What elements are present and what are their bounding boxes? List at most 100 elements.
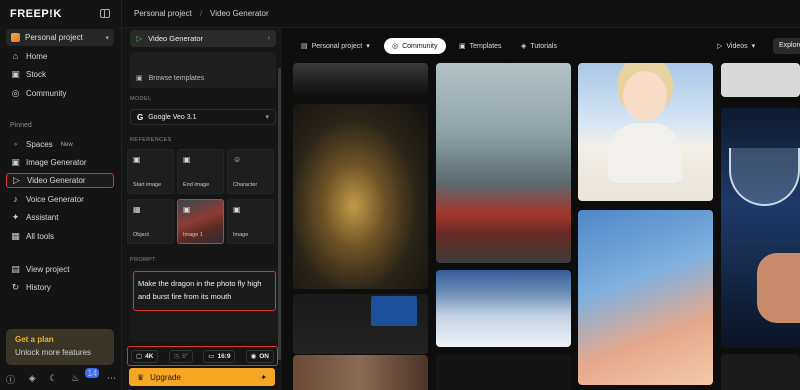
reference-character[interactable]: ☺ Character bbox=[227, 149, 274, 194]
sidebar-item-label: Video Generator bbox=[27, 176, 86, 185]
tab-label: Tutorials bbox=[530, 42, 557, 50]
chevron-down-icon: ▾ bbox=[366, 43, 370, 50]
end-image-icon: ▣ bbox=[183, 155, 191, 164]
project-filter-icon: ▤ bbox=[301, 43, 308, 50]
breadcrumb-project[interactable]: Personal project bbox=[134, 9, 192, 18]
reference-start-image[interactable]: ▣ Start image bbox=[127, 149, 174, 194]
gallery-video-thumbnail[interactable] bbox=[293, 63, 428, 97]
sidebar-item-label: Home bbox=[26, 52, 48, 61]
sidebar-item-label: All tools bbox=[26, 232, 55, 241]
sidebar-item-label: Voice Generator bbox=[26, 195, 84, 204]
reference-image-1[interactable]: ▣ Image 1 bbox=[177, 199, 224, 244]
project-filter-label: Personal project bbox=[311, 42, 363, 50]
gallery-video-thumbnail[interactable] bbox=[578, 210, 713, 385]
reference-label: Start image bbox=[133, 182, 162, 188]
audio-setting[interactable]: ◉ ON bbox=[245, 349, 274, 363]
aspect-ratio-setting[interactable]: ▭ 16:9 bbox=[203, 349, 236, 363]
sidebar-item-assistant[interactable]: ✦ Assistant bbox=[6, 210, 114, 225]
generation-settings: ▢ 4K ◷ 8" ▭ 16:9 ◉ ON bbox=[127, 346, 278, 366]
reference-label: Image bbox=[233, 232, 249, 238]
gallery-video-thumbnail[interactable] bbox=[293, 294, 428, 354]
gallery-video-thumbnail[interactable] bbox=[436, 354, 571, 390]
gallery-video-thumbnail[interactable] bbox=[436, 63, 571, 263]
object-icon: ▦ bbox=[133, 205, 141, 214]
upgrade-button[interactable]: ♛ Upgrade ✦ bbox=[129, 368, 275, 386]
aspect-ratio-icon: ▭ bbox=[208, 353, 215, 360]
gallery-video-thumbnail[interactable] bbox=[293, 355, 428, 390]
reference-image[interactable]: ▣ Image bbox=[227, 199, 274, 244]
prompt-input[interactable]: Make the dragon in the photo fly high an… bbox=[133, 271, 276, 311]
gallery-video-thumbnail[interactable] bbox=[721, 354, 800, 390]
gallery-video-thumbnail[interactable] bbox=[293, 104, 428, 289]
references-section-label: REFERENCES bbox=[130, 137, 172, 143]
theme-moon-icon[interactable]: ☾ bbox=[49, 373, 57, 386]
image-icon: ▣ bbox=[11, 157, 20, 167]
sidebar-item-home[interactable]: ⌂ Home bbox=[6, 49, 114, 64]
thumbnail-detail bbox=[608, 123, 682, 183]
thumbnail-detail bbox=[623, 71, 667, 121]
breadcrumb-current[interactable]: Video Generator bbox=[210, 9, 269, 18]
panel-scrollbar[interactable] bbox=[278, 68, 281, 360]
globe-icon: ◎ bbox=[392, 43, 399, 50]
sidebar-item-view-project[interactable]: ▤ View project bbox=[6, 262, 114, 277]
project-selector[interactable]: Personal project ▾ bbox=[6, 29, 114, 46]
image-icon: ▣ bbox=[233, 205, 241, 214]
tab-community[interactable]: ◎ Community bbox=[384, 38, 446, 54]
gallery-video-thumbnail[interactable] bbox=[436, 270, 571, 347]
sidebar-item-spaces[interactable]: ◦ Spaces New bbox=[6, 137, 114, 152]
reference-end-image[interactable]: ▣ End image bbox=[177, 149, 224, 194]
model-selector[interactable]: G Google Veo 3.1 ▾ bbox=[130, 109, 276, 125]
sidebar-item-history[interactable]: ↻ History bbox=[6, 280, 114, 295]
sidebar-item-label: Community bbox=[26, 89, 67, 98]
sidebar-item-label: Stock bbox=[26, 70, 47, 79]
gallery-video-thumbnail[interactable] bbox=[578, 63, 713, 201]
sidebar-collapse-icon[interactable] bbox=[100, 9, 110, 18]
notifications-icon[interactable]: ♨ 14 bbox=[71, 368, 100, 386]
sidebar-item-label: History bbox=[26, 283, 51, 292]
media-type-filter[interactable]: ▷ Videos ▾ bbox=[709, 38, 763, 54]
project-filter[interactable]: ▤ Personal project ▾ bbox=[293, 38, 378, 54]
reference-object[interactable]: ▦ Object bbox=[127, 199, 174, 244]
stock-icon: ▣ bbox=[11, 69, 20, 79]
freepik-logo[interactable]: FREEP!K bbox=[10, 8, 62, 20]
globe-icon: ◎ bbox=[11, 88, 20, 98]
sidebar-item-community[interactable]: ◎ Community bbox=[6, 86, 114, 101]
help-icon[interactable]: ⓘ bbox=[6, 373, 15, 386]
sidebar-item-label: Image Generator bbox=[26, 158, 87, 167]
gallery-video-thumbnail[interactable] bbox=[721, 108, 800, 348]
assistant-icon: ✦ bbox=[11, 212, 20, 222]
browse-templates-button[interactable]: ▣ Browse templates bbox=[130, 52, 276, 88]
spaces-icon: ◦ bbox=[13, 139, 18, 149]
explore-button[interactable]: Explore bbox=[773, 38, 800, 54]
aspect-ratio-value: 16:9 bbox=[217, 352, 231, 360]
clock-icon: ◷ bbox=[173, 353, 180, 360]
thumbnail-detail bbox=[757, 253, 800, 323]
sidebar-item-voice-generator[interactable]: ♪ Voice Generator bbox=[6, 192, 114, 207]
templates-icon: ▣ bbox=[459, 43, 466, 50]
gallery-video-thumbnail[interactable] bbox=[721, 63, 800, 97]
thumbnail-detail bbox=[371, 296, 417, 326]
sidebar-item-label: Spaces bbox=[26, 140, 53, 149]
browse-templates-label: Browse templates bbox=[148, 75, 205, 82]
tool-selector[interactable]: ▷ Video Generator › bbox=[130, 30, 276, 47]
more-icon[interactable]: ⋯ bbox=[107, 373, 116, 386]
sidebar-item-image-generator[interactable]: ▣ Image Generator bbox=[6, 155, 114, 170]
reference-label: Object bbox=[133, 232, 149, 238]
sidebar-item-video-generator[interactable]: ▷ Video Generator bbox=[6, 173, 114, 188]
tab-tutorials[interactable]: ◈ Tutorials bbox=[513, 38, 565, 54]
tab-templates[interactable]: ▣ Templates bbox=[451, 38, 510, 54]
templates-icon: ▣ bbox=[136, 75, 143, 82]
chevron-down-icon: ▾ bbox=[105, 34, 109, 42]
character-icon: ☺ bbox=[233, 155, 242, 164]
layers-icon[interactable]: ◈ bbox=[29, 373, 36, 386]
sidebar-item-label: Assistant bbox=[26, 213, 59, 222]
prompt-section-label: PROMPT bbox=[130, 257, 156, 263]
chevron-down-icon: ▾ bbox=[751, 43, 756, 50]
duration-setting[interactable]: ◷ 8" bbox=[168, 349, 194, 363]
upgrade-label: Upgrade bbox=[150, 372, 181, 382]
sidebar-item-all-tools[interactable]: ▦ All tools bbox=[6, 229, 114, 244]
get-a-plan-card[interactable]: Get a plan Unlock more features bbox=[6, 329, 114, 365]
tutorials-icon: ◈ bbox=[521, 43, 527, 50]
resolution-setting[interactable]: ▢ 4K bbox=[131, 349, 159, 363]
sidebar-item-stock[interactable]: ▣ Stock bbox=[6, 67, 114, 82]
